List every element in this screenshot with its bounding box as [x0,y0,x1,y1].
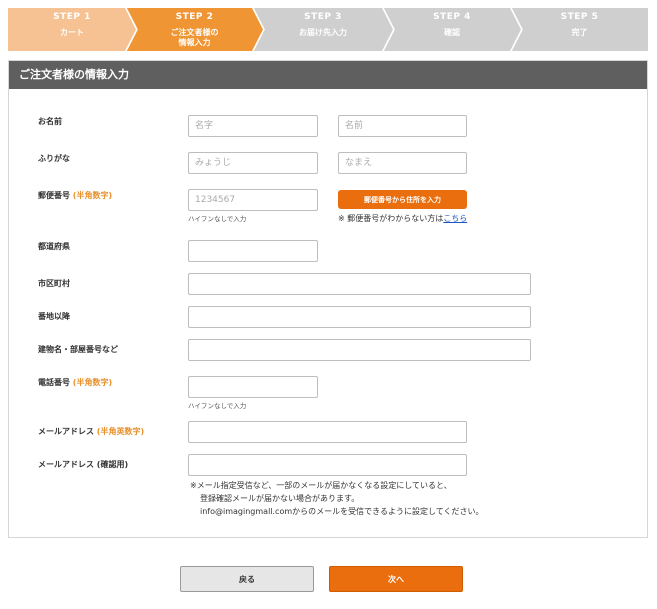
next-button[interactable]: 次へ [329,566,463,592]
tel-label-note: (半角数字) [72,378,113,387]
step-2-label-line1: ご注文者様の [170,28,219,37]
name-label: お名前 [38,117,62,126]
back-button[interactable]: 戻る [180,566,314,592]
tel-input[interactable] [188,376,318,398]
building-label: 建物名・部屋番号など [38,345,118,354]
kana-label: ふりがな [38,154,70,163]
step-1-number: STEP 1 [53,12,91,22]
step-1-label: カート [60,28,84,37]
step-3-number: STEP 3 [304,12,342,22]
step-2-label-line2: 情報入力 [178,38,211,47]
step-2-label: ご注文者様の 情報入力 [126,28,263,48]
zip-label-text: 郵便番号 [38,191,70,200]
city-input[interactable] [188,273,531,295]
mail-note-line1: ※メール指定受信など、一部のメールが届かなくなる設定にしていると、 [190,481,452,490]
email-confirm-input[interactable] [188,454,467,476]
tel-label-text: 電話番号 [38,378,70,387]
first-name-kana-input[interactable] [338,152,467,174]
step-1: STEP 1 カート [8,8,136,51]
step-4-label: 確認 [444,28,460,37]
mail-note: ※メール指定受信など、一部のメールが届かなくなる設定にしていると、 登録確認メー… [190,479,484,518]
tel-hint: ハイフンなしで入力 [188,402,247,410]
step-5-number: STEP 5 [560,12,599,22]
zip-label: 郵便番号 (半角数字) [38,190,112,201]
step-progress: STEP 1 カート STEP 2 ご注文者様の 情報入力 STEP 3 お届け先… [8,8,648,51]
email-confirm-label: メールアドレス (確認用) [38,460,129,469]
last-name-input[interactable] [188,115,318,137]
last-name-kana-input[interactable] [188,152,318,174]
step-5: STEP 5 完了 [511,8,648,51]
zip-hint: ハイフンなしで入力 [188,215,247,223]
step-2-current: STEP 2 ご注文者様の 情報入力 [126,8,263,51]
zip-help-text: ※ 郵便番号がわからない方は [338,214,444,223]
zip-input[interactable] [188,189,318,211]
prefecture-input[interactable] [188,240,318,262]
prefecture-label: 都道府県 [38,242,70,251]
step-5-label: 完了 [571,28,588,37]
mail-note-line2: 登録確認メールが届かない場合があります。 [200,494,360,503]
email-label-text: メールアドレス [38,427,94,436]
tel-label: 電話番号 (半角数字) [38,377,112,388]
email-label: メールアドレス (半角英数字) [38,426,144,437]
city-label: 市区町村 [38,279,70,288]
step-3: STEP 3 お届け先入力 [253,8,393,51]
zip-help-link[interactable]: こちら [443,214,467,223]
zip-lookup-button[interactable]: 郵便番号から住所を入力 [338,190,467,209]
first-name-input[interactable] [338,115,467,137]
step-4: STEP 4 確認 [383,8,521,51]
email-label-note: (半角英数字) [96,427,145,436]
zip-help: ※ 郵便番号がわからない方はこちら [338,213,467,224]
mail-note-line3: info@imagingmall.comからのメールを受信できるように設定してく… [200,507,484,516]
street-label: 番地以降 [38,312,70,321]
step-3-label: お届け先入力 [299,28,347,37]
step-4-number: STEP 4 [433,12,471,22]
email-input[interactable] [188,421,467,443]
street-input[interactable] [188,306,531,328]
zip-label-note: (半角数字) [72,191,113,200]
building-input[interactable] [188,339,531,361]
panel-title: ご注文者様の情報入力 [9,61,647,89]
step-2-number: STEP 2 [175,12,214,22]
